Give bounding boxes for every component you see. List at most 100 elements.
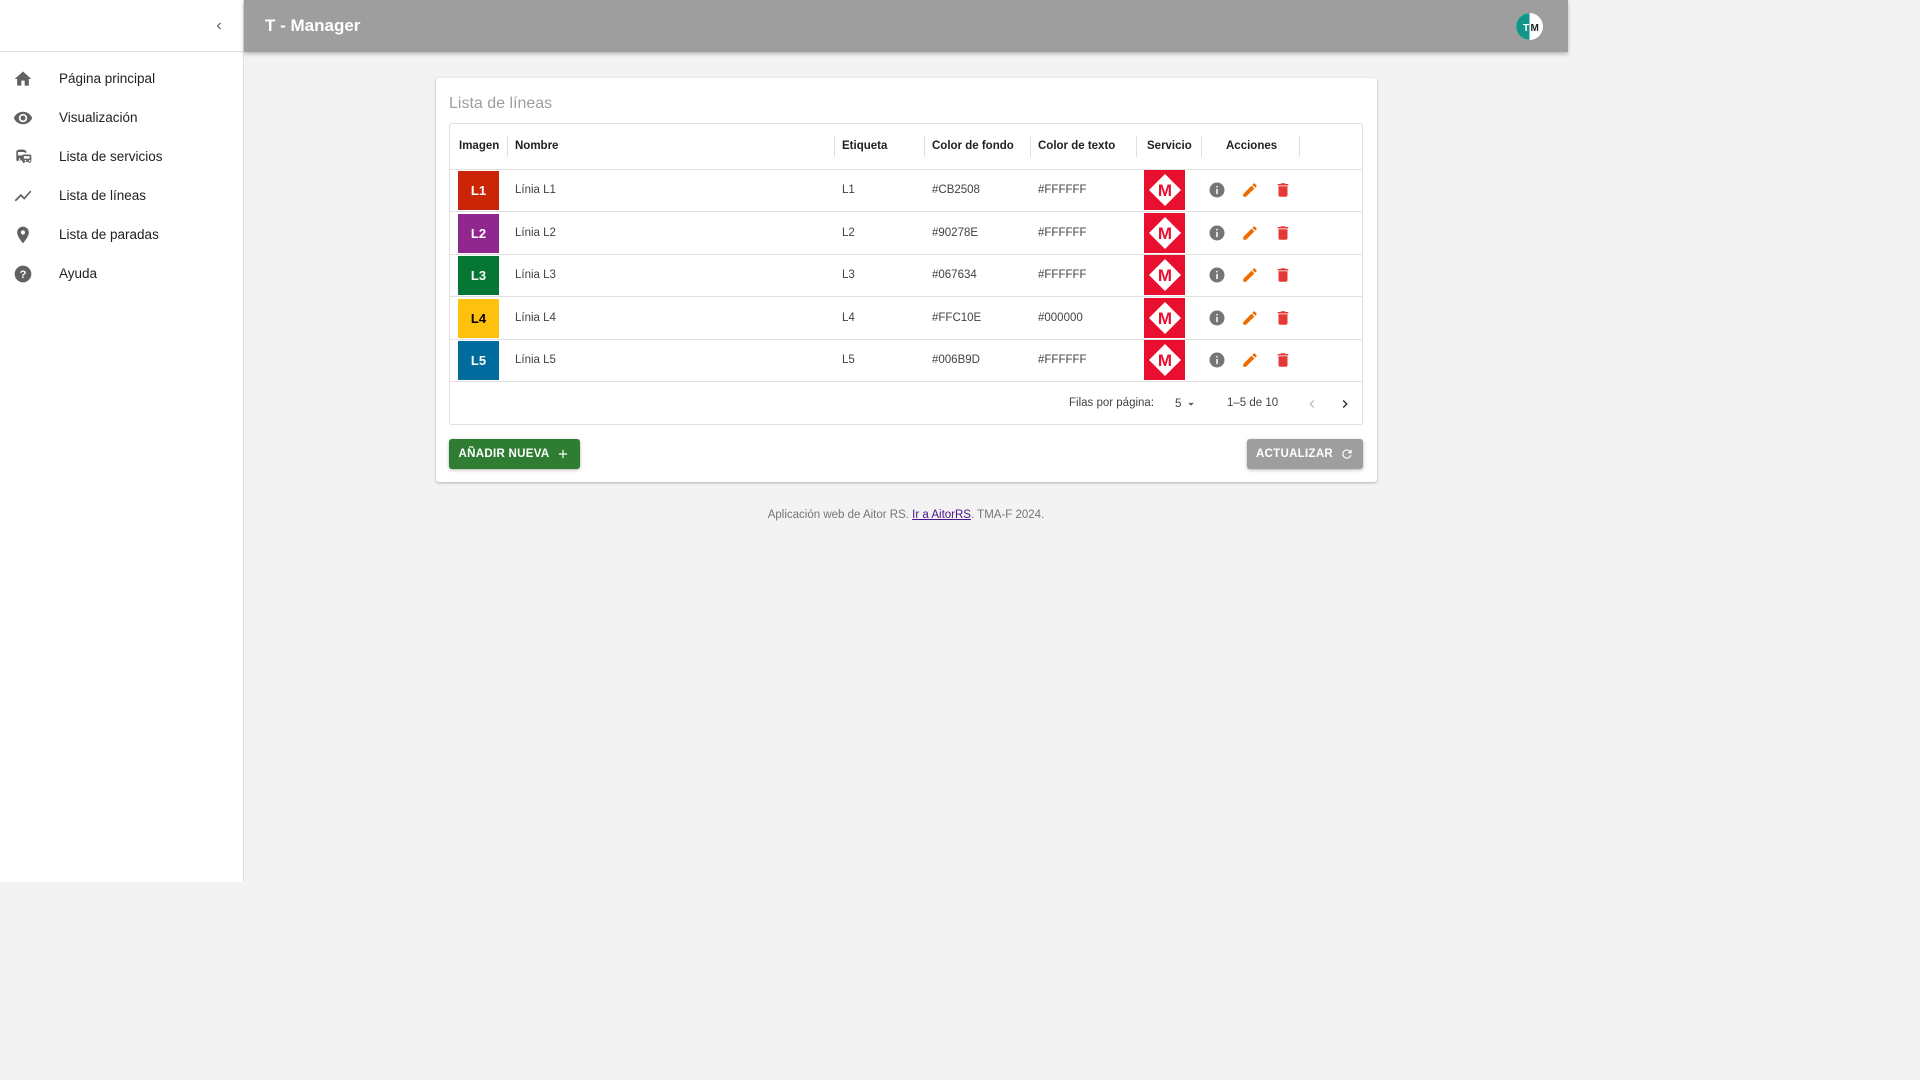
line-badge: L2 bbox=[458, 213, 499, 253]
metro-logo-letter: M bbox=[1157, 351, 1171, 370]
home-icon bbox=[11, 67, 35, 91]
table-row: L2 Línia L2 L2 #90278E #FFFFFF M bbox=[450, 212, 1362, 255]
line-badge: L4 bbox=[458, 298, 499, 338]
sidebar-item-label: Ayuda bbox=[59, 266, 98, 281]
background-color-value: #006B9D bbox=[932, 354, 980, 366]
column-separator bbox=[834, 136, 835, 157]
column-header-imagen: Imagen bbox=[459, 140, 500, 152]
line-label: L4 bbox=[842, 311, 855, 324]
line-name: Línia L5 bbox=[515, 354, 556, 366]
info-button[interactable] bbox=[1207, 265, 1227, 285]
text-color-value: #FFFFFF bbox=[1038, 184, 1087, 196]
metro-logo-icon: M bbox=[1144, 297, 1185, 338]
table-row: L3 Línia L3 L3 #067634 #FFFFFF M bbox=[450, 254, 1362, 297]
sidebar-item-label: Visualización bbox=[59, 110, 138, 125]
lines-card: Lista de líneas Imagen Nombre Etiqueta C… bbox=[436, 78, 1377, 482]
line-badge: L1 bbox=[458, 171, 499, 210]
footer-link[interactable]: Ir a AitorRS bbox=[912, 509, 971, 521]
line-label: L2 bbox=[842, 226, 855, 239]
metro-logo-letter: M bbox=[1157, 181, 1171, 200]
pencil-icon bbox=[1243, 353, 1257, 367]
map-pin-icon bbox=[11, 223, 35, 247]
pencil-icon bbox=[1243, 225, 1257, 240]
delete-button[interactable] bbox=[1273, 350, 1293, 370]
chevron-right-icon bbox=[1342, 400, 1348, 408]
table-row: L1 Línia L1 L1 #CB2508 #FFFFFF M bbox=[450, 169, 1362, 212]
collapse-sidebar-button[interactable] bbox=[207, 14, 231, 38]
info-icon bbox=[1209, 225, 1225, 240]
delete-button[interactable] bbox=[1273, 223, 1293, 243]
footer-text-suffix: . TMA-F 2024. bbox=[970, 509, 1045, 521]
edit-button[interactable] bbox=[1240, 350, 1260, 370]
metro-logo-icon: M bbox=[1144, 340, 1185, 380]
info-button[interactable] bbox=[1207, 308, 1227, 328]
line-badge: L3 bbox=[458, 256, 499, 295]
edit-button[interactable] bbox=[1240, 308, 1260, 328]
column-header-servicio: Servicio bbox=[1147, 140, 1192, 152]
delete-button[interactable] bbox=[1273, 308, 1293, 328]
edit-button[interactable] bbox=[1240, 265, 1260, 285]
delete-button[interactable] bbox=[1273, 180, 1293, 200]
sidebar-item-pagina-principal[interactable]: Página principal bbox=[0, 59, 243, 98]
sidebar-item-lista-de-paradas[interactable]: Lista de paradas bbox=[0, 215, 243, 254]
line-badge-text: L3 bbox=[470, 268, 487, 283]
metro-logo-icon: M bbox=[1144, 170, 1185, 210]
sidebar-item-visualizacion[interactable]: Visualización bbox=[0, 98, 243, 137]
sidebar-item-label: Página principal bbox=[59, 71, 156, 86]
column-header-acciones: Acciones bbox=[1226, 140, 1278, 152]
add-new-button[interactable]: AÑADIR NUEVA bbox=[449, 439, 580, 469]
app-title: T - Manager bbox=[265, 16, 361, 35]
line-badge-text: L5 bbox=[470, 353, 487, 368]
sidebar-nav: Página principal Visualización Lista de … bbox=[0, 59, 243, 293]
trash-icon bbox=[1277, 268, 1289, 282]
pencil-icon bbox=[1243, 183, 1257, 197]
info-button[interactable] bbox=[1207, 223, 1227, 243]
chevron-left-icon bbox=[1309, 400, 1315, 408]
sidebar-item-label: Lista de líneas bbox=[59, 188, 147, 203]
refresh-button[interactable]: ACTUALIZAR bbox=[1247, 439, 1363, 469]
line-name: Línia L4 bbox=[515, 311, 556, 324]
footer: Aplicación web de Aitor RS. Ir a AitorRS… bbox=[244, 509, 1568, 521]
footer-text: Aplicación web de Aitor RS. bbox=[767, 509, 913, 521]
previous-page-button[interactable] bbox=[1302, 394, 1322, 414]
refresh-label: ACTUALIZAR bbox=[1255, 448, 1334, 460]
line-badge-text: L1 bbox=[470, 183, 487, 198]
line-badge: L5 bbox=[458, 341, 499, 380]
next-page-button[interactable] bbox=[1335, 394, 1355, 414]
delete-button[interactable] bbox=[1273, 265, 1293, 285]
column-header-etiqueta: Etiqueta bbox=[842, 140, 888, 152]
pencil-icon bbox=[1243, 268, 1257, 282]
line-label: L1 bbox=[842, 184, 855, 196]
text-color-value: #FFFFFF bbox=[1038, 226, 1087, 239]
help-icon: ? bbox=[11, 262, 35, 286]
metro-logo-letter: M bbox=[1157, 224, 1171, 243]
background-color-value: #CB2508 bbox=[932, 184, 980, 196]
edit-button[interactable] bbox=[1240, 180, 1260, 200]
sidebar-header bbox=[0, 0, 243, 52]
avatar[interactable]: T M bbox=[1516, 13, 1543, 40]
rows-per-page-select[interactable]: 5 bbox=[1175, 395, 1198, 413]
sidebar-item-ayuda[interactable]: ? Ayuda bbox=[0, 254, 243, 293]
info-button[interactable] bbox=[1207, 180, 1227, 200]
sidebar-item-lista-de-servicios[interactable]: Lista de servicios bbox=[0, 137, 243, 176]
metro-logo-letter: M bbox=[1157, 266, 1171, 285]
text-color-value: #FFFFFF bbox=[1038, 354, 1087, 366]
line-label: L5 bbox=[842, 354, 855, 366]
sidebar-item-lista-de-lineas[interactable]: Lista de líneas bbox=[0, 176, 243, 215]
column-separator bbox=[1030, 136, 1031, 157]
edit-button[interactable] bbox=[1240, 223, 1260, 243]
line-name: Línia L2 bbox=[515, 226, 556, 239]
column-separator bbox=[1136, 136, 1137, 157]
info-button[interactable] bbox=[1207, 350, 1227, 370]
add-new-label: AÑADIR NUEVA bbox=[458, 448, 550, 460]
line-chart-icon bbox=[11, 184, 35, 208]
pagination: Filas por página: 5 1–5 de 10 bbox=[450, 383, 1362, 425]
svg-text:?: ? bbox=[20, 268, 27, 280]
info-icon bbox=[1209, 267, 1225, 283]
chevron-left-icon bbox=[216, 22, 221, 30]
page-title: Lista de líneas bbox=[449, 95, 553, 112]
sidebar: Página principal Visualización Lista de … bbox=[0, 0, 244, 882]
text-color-value: #FFFFFF bbox=[1038, 269, 1087, 281]
column-header-nombre: Nombre bbox=[515, 140, 559, 152]
plus-icon bbox=[559, 449, 568, 459]
